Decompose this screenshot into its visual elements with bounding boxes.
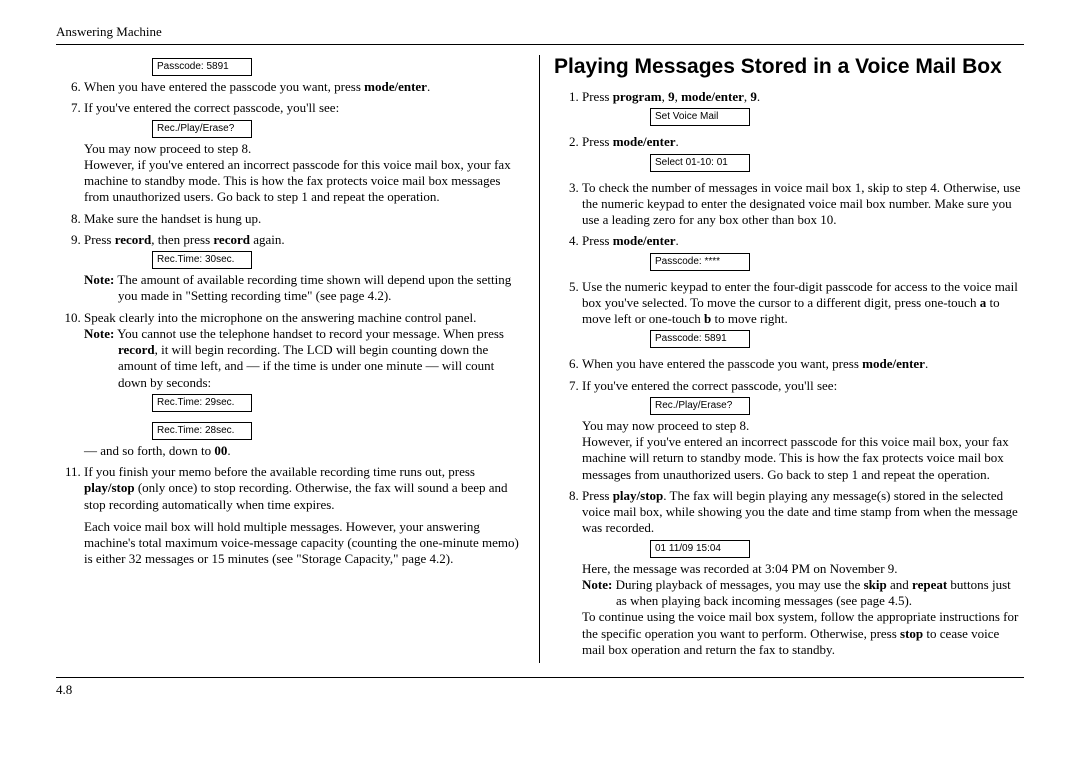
right-step-7: If you've entered the correct passcode, … (582, 378, 1024, 483)
left-step7-however: However, if you've entered an incorrect … (84, 157, 525, 206)
lcd-rec28: Rec.Time: 28sec. (152, 419, 525, 443)
right-note: Note: During playback of messages, you m… (582, 577, 1024, 610)
right-column: Playing Messages Stored in a Voice Mail … (540, 55, 1024, 663)
lcd-set-voice-mail: Set Voice Mail (650, 105, 1024, 129)
left-step-6: When you have entered the passcode you w… (84, 79, 525, 95)
right-step7-however: However, if you've entered an incorrect … (582, 434, 1024, 483)
left-steps: When you have entered the passcode you w… (56, 79, 525, 568)
lcd-rpe-right: Rec./Play/Erase? (650, 394, 1024, 418)
left-note2: Note: You cannot use the telephone hands… (84, 326, 525, 391)
left-note1: Note: The amount of available recording … (84, 272, 525, 305)
right-step-1: Press program, 9, mode/enter, 9. Set Voi… (582, 89, 1024, 129)
columns: Passcode: 5891 When you have entered the… (56, 55, 1024, 663)
right-step-5: Use the numeric keypad to enter the four… (582, 279, 1024, 352)
lcd-rec29: Rec.Time: 29sec. (152, 391, 525, 415)
left-step-9: Press record, then press record again. R… (84, 232, 525, 305)
page-footer: 4.8 (56, 682, 1024, 698)
rule-top (56, 44, 1024, 45)
section-title: Playing Messages Stored in a Voice Mail … (554, 55, 1024, 79)
right-step-3: To check the number of messages in voice… (582, 180, 1024, 229)
right-step-8: Press play/stop. The fax will begin play… (582, 488, 1024, 658)
lcd-passcode-5891: Passcode: 5891 (152, 55, 525, 79)
left-ending-para: Each voice mail box will hold multiple m… (84, 519, 525, 568)
lcd-select-01-10: Select 01-10: 01 (650, 151, 1024, 175)
page-header: Answering Machine (56, 24, 1024, 40)
continue-text: To continue using the voice mail box sys… (582, 609, 1024, 658)
and-so-forth: — and so forth, down to 00. (84, 443, 525, 459)
lcd-rec30: Rec.Time: 30sec. (152, 248, 525, 272)
lcd-rpe-left: Rec./Play/Erase? (152, 117, 525, 141)
left-step-8: Make sure the handset is hung up. (84, 211, 525, 227)
right-step-2: Press mode/enter. Select 01-10: 01 (582, 134, 1024, 174)
left-step-10: Speak clearly into the microphone on the… (84, 310, 525, 460)
lcd-passcode-stars: Passcode: **** (650, 250, 1024, 274)
here-text: Here, the message was recorded at 3:04 P… (582, 561, 1024, 577)
right-steps: Press program, 9, mode/enter, 9. Set Voi… (554, 89, 1024, 658)
lcd-passcode-5891-right: Passcode: 5891 (650, 327, 1024, 351)
left-column: Passcode: 5891 When you have entered the… (56, 55, 540, 663)
left-step-7: If you've entered the correct passcode, … (84, 100, 525, 205)
left-step-11: If you finish your memo before the avail… (84, 464, 525, 568)
right-step7-proceed: You may now proceed to step 8. (582, 418, 1024, 434)
right-step-4: Press mode/enter. Passcode: **** (582, 233, 1024, 273)
lcd-timestamp: 01 11/09 15:04 (650, 537, 1024, 561)
rule-bottom (56, 677, 1024, 678)
right-step-6: When you have entered the passcode you w… (582, 356, 1024, 372)
page: Answering Machine Passcode: 5891 When yo… (0, 0, 1080, 716)
left-step7-proceed: You may now proceed to step 8. (84, 141, 525, 157)
